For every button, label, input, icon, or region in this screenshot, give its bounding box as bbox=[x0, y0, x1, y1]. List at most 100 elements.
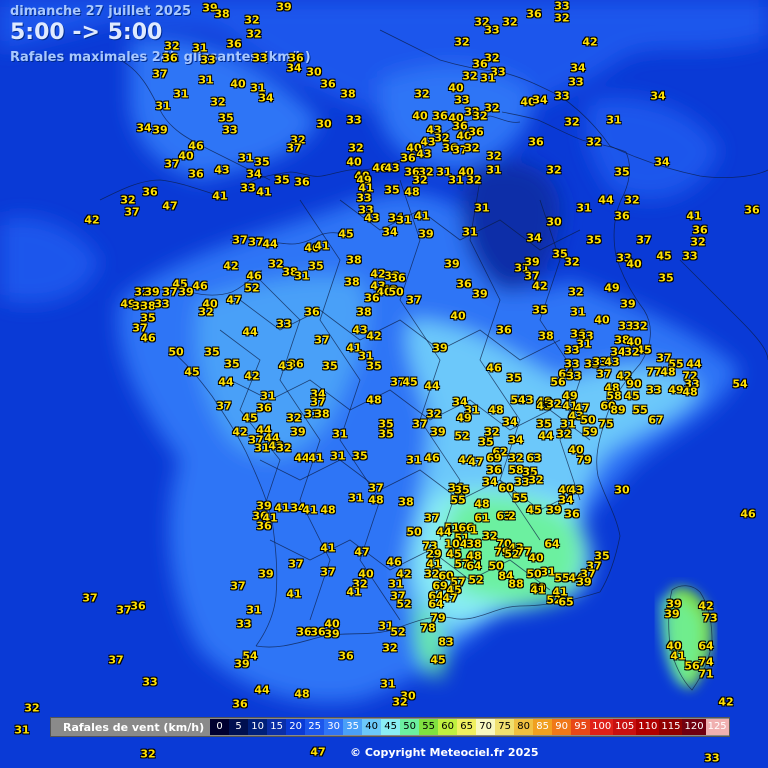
station-gust-value: 31 bbox=[238, 151, 254, 165]
station-gust-value: 43 bbox=[278, 359, 294, 373]
station-gust-value: 34 bbox=[136, 121, 152, 135]
station-gust-value: 34 bbox=[246, 167, 262, 181]
station-gust-value: 41 bbox=[302, 503, 318, 517]
station-gust-value: 32 bbox=[568, 285, 584, 299]
station-gust-value: 45 bbox=[430, 653, 446, 667]
station-gust-value: 39 bbox=[664, 607, 680, 621]
station-gust-value: 32 bbox=[624, 193, 640, 207]
legend-step: 50 bbox=[400, 719, 420, 735]
station-gust-value: 32 bbox=[690, 235, 706, 249]
station-gust-value: 32 bbox=[464, 141, 480, 155]
station-gust-value: 44 bbox=[424, 379, 440, 393]
legend-step: 65 bbox=[457, 719, 477, 735]
station-gust-value: 35 bbox=[224, 357, 240, 371]
legend-step: 95 bbox=[571, 719, 591, 735]
station-gust-value: 32 bbox=[140, 747, 156, 761]
station-gust-value: 48 bbox=[660, 365, 676, 379]
station-gust-value: 46 bbox=[140, 331, 156, 345]
station-gust-value: 37 bbox=[216, 399, 232, 413]
station-gust-value: 33 bbox=[646, 383, 662, 397]
legend-step: 110 bbox=[636, 719, 660, 735]
station-gust-value: 48 bbox=[404, 185, 420, 199]
station-gust-value: 31 bbox=[380, 677, 396, 691]
station-gust-value: 36 bbox=[304, 305, 320, 319]
station-gust-value: 31 bbox=[406, 453, 422, 467]
station-gust-value: 55 bbox=[450, 493, 466, 507]
station-gust-value: 32 bbox=[554, 11, 570, 25]
station-gust-value: 38 bbox=[356, 305, 372, 319]
station-gust-value: 44 bbox=[254, 683, 270, 697]
legend-step: 105 bbox=[613, 719, 637, 735]
station-gust-value: 35 bbox=[658, 271, 674, 285]
station-gust-value: 36 bbox=[188, 167, 204, 181]
station-gust-value: 47 bbox=[354, 545, 370, 559]
station-gust-value: 52 bbox=[468, 573, 484, 587]
station-gust-value: 36 bbox=[456, 277, 472, 291]
legend-step: 60 bbox=[438, 719, 458, 735]
station-gust-value: 32 bbox=[198, 305, 214, 319]
station-gust-value: 37 bbox=[596, 367, 612, 381]
legend-step: 70 bbox=[476, 719, 496, 735]
station-gust-value: 39 bbox=[444, 257, 460, 271]
station-gust-value: 45 bbox=[656, 249, 672, 263]
station-gust-value: 39 bbox=[472, 287, 488, 301]
legend-step: 85 bbox=[533, 719, 553, 735]
station-gust-value: 37 bbox=[320, 565, 336, 579]
station-gust-value: 36 bbox=[400, 151, 416, 165]
legend-step: 20 bbox=[286, 719, 306, 735]
station-gust-value: 47 bbox=[226, 293, 242, 307]
station-gust-value: 36 bbox=[432, 109, 448, 123]
station-gust-value: 41 bbox=[686, 209, 702, 223]
station-gust-value: 35 bbox=[322, 359, 338, 373]
station-gust-value: 45 bbox=[184, 365, 200, 379]
station-gust-value: 34 bbox=[570, 61, 586, 75]
station-gust-value: 35 bbox=[274, 173, 290, 187]
station-gust-value: 45 bbox=[338, 227, 354, 241]
station-gust-value: 37 bbox=[406, 293, 422, 307]
station-gust-value: 40 bbox=[626, 257, 642, 271]
station-gust-value: 46 bbox=[424, 451, 440, 465]
station-gust-value: 39 bbox=[276, 0, 292, 14]
legend-step: 25 bbox=[305, 719, 325, 735]
station-gust-value: 36 bbox=[364, 291, 380, 305]
legend-step: 30 bbox=[324, 719, 344, 735]
station-gust-value: 32 bbox=[392, 695, 408, 709]
station-gust-value: 32 bbox=[244, 13, 260, 27]
station-gust-value: 32 bbox=[466, 173, 482, 187]
station-gust-value: 32 bbox=[426, 407, 442, 421]
station-gust-value: 35 bbox=[204, 345, 220, 359]
station-gust-value: 41 bbox=[314, 239, 330, 253]
station-gust-value: 39 bbox=[152, 123, 168, 137]
station-gust-value: 34 bbox=[382, 225, 398, 239]
legend-step: 0 bbox=[210, 719, 230, 735]
station-gust-value: 31 bbox=[294, 269, 310, 283]
station-gust-value: 50 bbox=[526, 567, 542, 581]
station-gust-value: 40 bbox=[178, 149, 194, 163]
station-gust-value: 59 bbox=[582, 425, 598, 439]
legend-step: 120 bbox=[682, 719, 706, 735]
station-gust-value: 42 bbox=[532, 279, 548, 293]
station-gust-value: 31 bbox=[486, 163, 502, 177]
station-gust-value: 33 bbox=[554, 89, 570, 103]
station-gust-value: 71 bbox=[698, 667, 714, 681]
station-gust-value: 39 bbox=[430, 425, 446, 439]
station-gust-value: 32 bbox=[472, 109, 488, 123]
station-gust-value: 40 bbox=[450, 309, 466, 323]
station-gust-value: 37 bbox=[108, 653, 124, 667]
station-gust-value: 33 bbox=[252, 51, 268, 65]
station-gust-value: 32 bbox=[624, 345, 640, 359]
legend-step: 35 bbox=[343, 719, 363, 735]
station-gust-value: 33 bbox=[142, 675, 158, 689]
station-gust-value: 31 bbox=[14, 723, 30, 737]
station-gust-value: 79 bbox=[576, 453, 592, 467]
station-gust-value: 42 bbox=[84, 213, 100, 227]
station-gust-value: 43 bbox=[214, 163, 230, 177]
station-gust-value: 32 bbox=[564, 115, 580, 129]
station-gust-value: 42 bbox=[718, 695, 734, 709]
station-gust-value: 45 bbox=[624, 389, 640, 403]
station-gust-value: 33 bbox=[484, 23, 500, 37]
station-gust-value: 32 bbox=[632, 319, 648, 333]
station-gust-value: 44 bbox=[538, 429, 554, 443]
legend-step: 75 bbox=[495, 719, 515, 735]
station-gust-value: 35 bbox=[614, 165, 630, 179]
